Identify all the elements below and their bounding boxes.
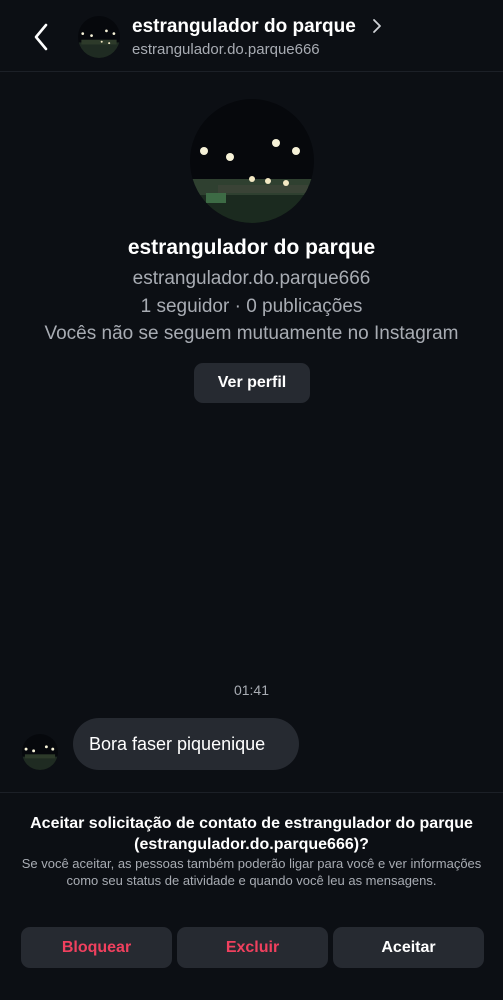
avatar[interactable]: [78, 16, 120, 58]
profile-avatar[interactable]: [190, 99, 314, 223]
profile-stats: 1 seguidor · 0 publicações: [140, 296, 363, 317]
avatar-photo: [22, 734, 58, 770]
message-bubble[interactable]: Bora faser piquenique: [73, 718, 299, 770]
header-username[interactable]: estrangulador do parque: [132, 16, 356, 38]
request-actions: Bloquear Excluir Aceitar: [21, 927, 484, 968]
accept-button[interactable]: Aceitar: [333, 927, 484, 968]
mutual-follow-notice: Vocês não se seguem mutuamente no Instag…: [44, 323, 459, 344]
delete-button[interactable]: Excluir: [177, 927, 328, 968]
block-button[interactable]: Bloquear: [21, 927, 172, 968]
request-title: Aceitar solicitação de contato de estran…: [30, 815, 473, 853]
sender-avatar[interactable]: [22, 734, 58, 770]
back-button[interactable]: [24, 20, 58, 54]
request-description: Se você aceitar, as pessoas também poder…: [21, 856, 482, 888]
chat-header: estrangulador do parque estrangulador.do…: [0, 0, 503, 72]
avatar-photo: [78, 16, 120, 58]
message-timestamp: 01:41: [233, 682, 270, 698]
profile-name: estrangulador do parque: [127, 236, 376, 259]
view-profile-button[interactable]: Ver perfil: [194, 363, 310, 403]
profile-handle: estrangulador.do.parque666: [132, 268, 371, 289]
message-request-panel: Aceitar solicitação de contato de estran…: [0, 792, 503, 1000]
header-handle: estrangulador.do.parque666: [132, 41, 320, 58]
chevron-left-icon: [34, 23, 48, 51]
chat-screen: estrangulador do parque estrangulador.do…: [0, 0, 503, 1000]
chevron-right-icon[interactable]: [371, 16, 383, 36]
avatar-photo: [190, 99, 314, 223]
